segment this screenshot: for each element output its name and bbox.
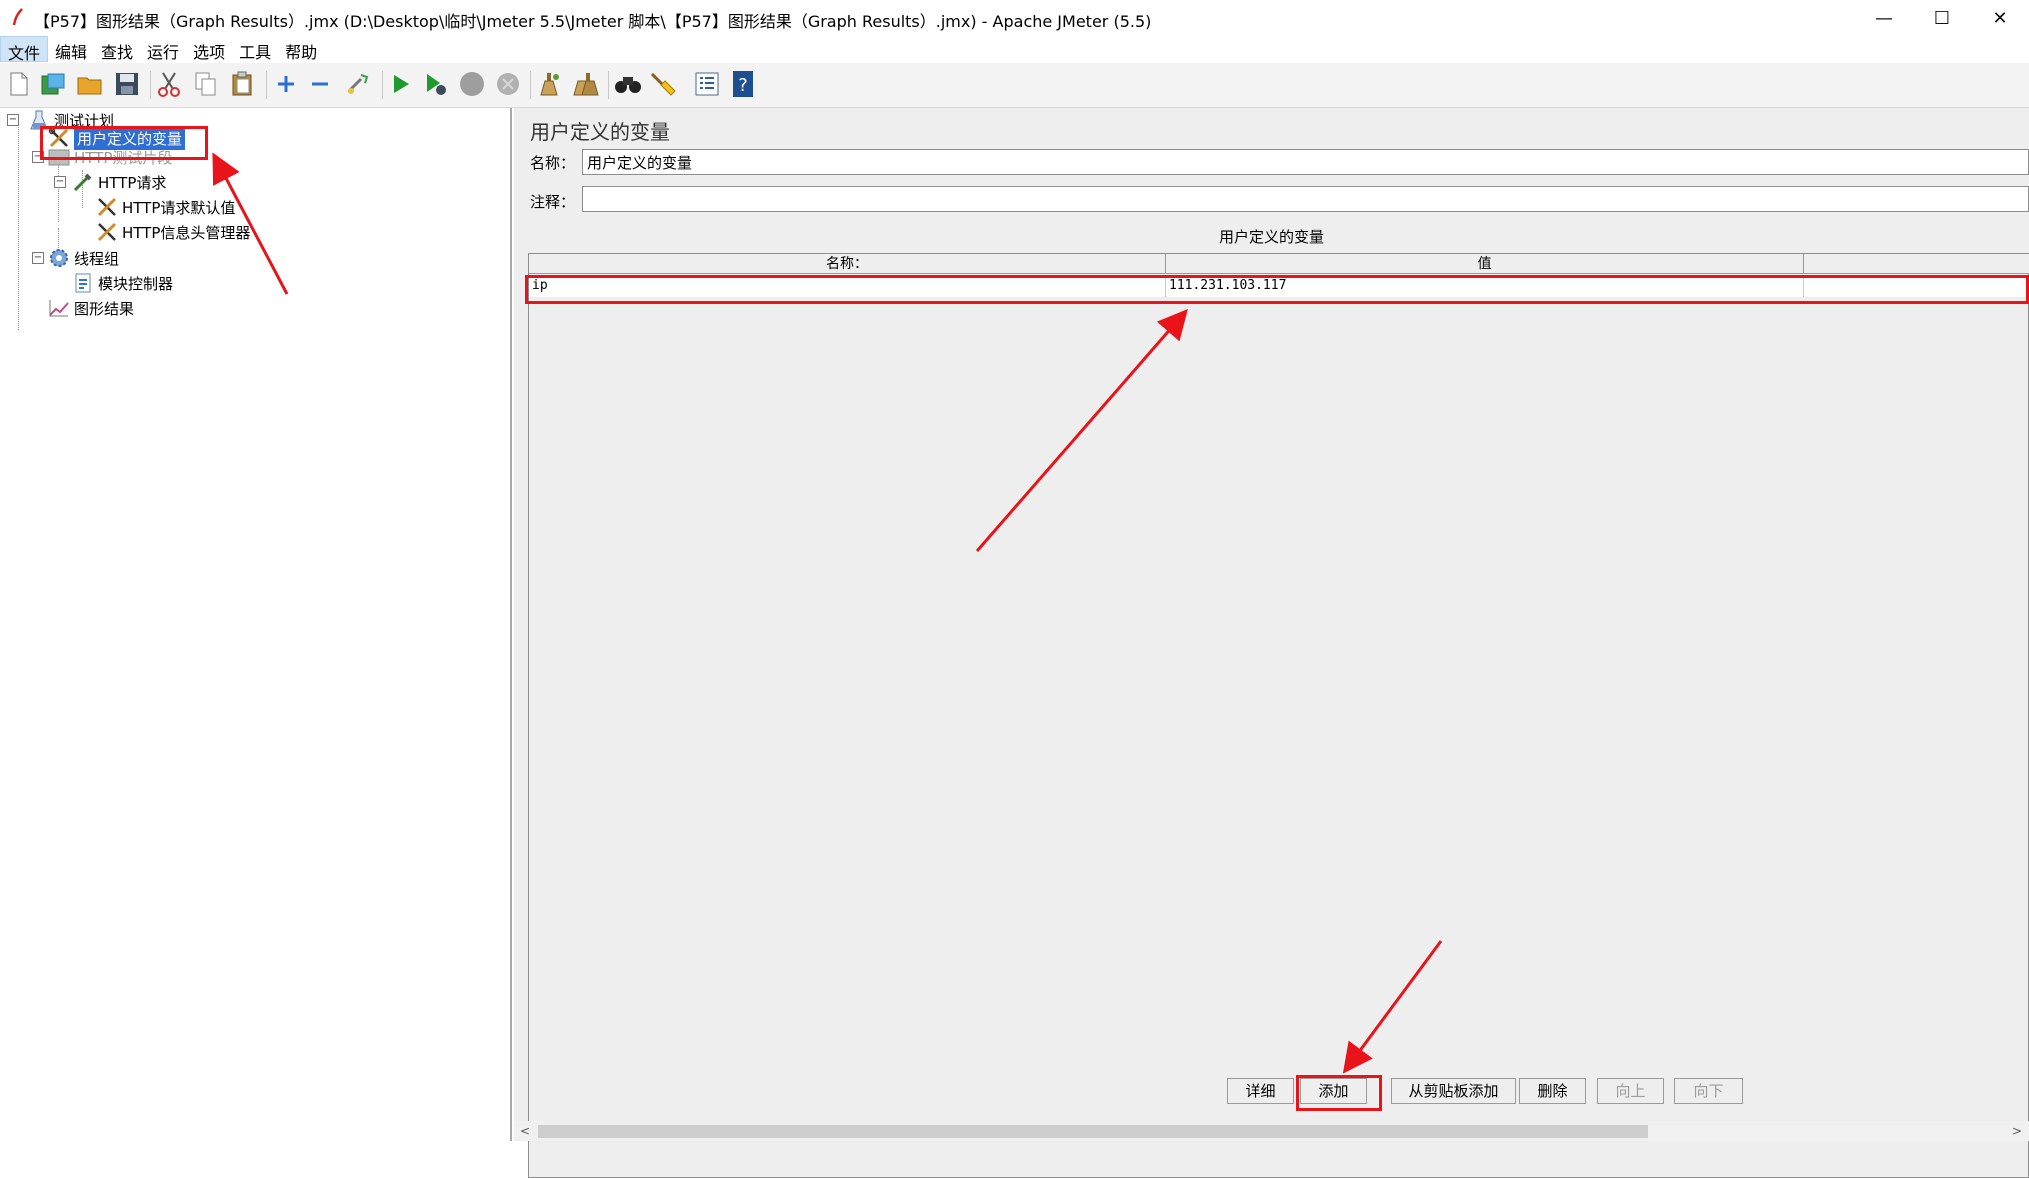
column-header-name[interactable]: 名称：	[529, 254, 1166, 274]
tree-label: HTTP请求	[98, 173, 167, 192]
variables-table: 名称： 值 ip 111.231.103.117	[528, 253, 2029, 1178]
name-label: 名称：	[530, 154, 576, 172]
collapse-icon[interactable]	[306, 70, 334, 98]
column-header-description[interactable]	[1804, 254, 2029, 274]
search-icon[interactable]	[614, 70, 642, 98]
wrench-screwdriver-icon	[96, 196, 118, 218]
start-no-pause-icon[interactable]	[422, 70, 450, 98]
column-header-value[interactable]: 值	[1166, 254, 1804, 274]
annotation-box-table-row	[525, 275, 2029, 304]
toolbar-separator	[382, 71, 383, 99]
tree-node-http-header-manager[interactable]: HTTP信息头管理器	[96, 220, 250, 244]
cut-icon[interactable]	[155, 70, 183, 98]
scroll-thumb[interactable]	[538, 1125, 1648, 1138]
udv-panel: 用户定义的变量 名称： 注释： 用户定义的变量 名称： 值 ip 111.231…	[514, 108, 2029, 1178]
tree-label: 模块控制器	[98, 274, 174, 293]
clear-all-icon[interactable]	[571, 70, 599, 98]
menu-run[interactable]: 运行	[140, 36, 186, 62]
tree-label: 线程组	[74, 249, 120, 268]
test-plan-tree: − 测试计划 用户定义的变量 − HTTP测试片段 − HTTP请求 HTTP请…	[0, 108, 512, 1141]
add-from-clipboard-button[interactable]: 从剪贴板添加	[1391, 1078, 1516, 1104]
shutdown-icon[interactable]	[494, 70, 522, 98]
menu-edit[interactable]: 编辑	[48, 36, 94, 62]
panel-title: 用户定义的变量	[530, 120, 670, 144]
table-buttons: 详细 添加 从剪贴板添加 删除 向上 向下	[0, 1078, 2029, 1106]
expand-icon[interactable]	[272, 70, 300, 98]
wrench-screwdriver-icon	[96, 221, 118, 243]
menu-tools[interactable]: 工具	[232, 36, 278, 62]
menu-bar: 文件 编辑 查找 运行 选项 工具 帮助	[0, 36, 2029, 63]
templates-icon[interactable]	[39, 70, 67, 98]
name-input[interactable]	[582, 149, 2029, 175]
maximize-button[interactable]: ☐	[1913, 0, 1971, 36]
open-icon[interactable]	[76, 70, 104, 98]
tree-label: 图形结果	[74, 299, 135, 318]
toolbar-separator	[530, 71, 531, 99]
pipette-icon	[72, 171, 94, 193]
comment-label: 注释：	[530, 193, 576, 211]
svg-text:?: ?	[738, 75, 748, 96]
clear-icon[interactable]	[535, 70, 563, 98]
stop-icon[interactable]	[458, 70, 486, 98]
toolbar-separator	[608, 71, 609, 99]
toolbar-separator	[266, 71, 267, 99]
new-icon[interactable]	[5, 70, 33, 98]
collapse-toggle[interactable]: −	[32, 252, 44, 264]
table-caption: 用户定义的变量	[1218, 228, 1324, 246]
help-icon[interactable]: ?	[729, 70, 757, 98]
paste-icon[interactable]	[229, 70, 257, 98]
start-icon[interactable]	[387, 70, 415, 98]
menu-help[interactable]: 帮助	[278, 36, 324, 62]
tree-node-thread-group[interactable]: 线程组	[48, 246, 119, 270]
menu-search[interactable]: 查找	[94, 36, 140, 62]
scroll-left-icon[interactable]: <	[516, 1122, 534, 1140]
graph-icon	[48, 297, 70, 319]
tree-label: HTTP请求默认值	[122, 198, 236, 217]
tree-label: HTTP信息头管理器	[122, 223, 251, 242]
move-up-button[interactable]: 向上	[1597, 1078, 1664, 1104]
comment-input[interactable]	[582, 186, 2029, 212]
reset-search-icon[interactable]	[649, 70, 677, 98]
annotation-box-add-button	[1296, 1075, 1382, 1111]
jmeter-feather-icon	[12, 8, 23, 26]
gear-icon	[48, 247, 70, 269]
annotation-box-tree-node	[40, 126, 208, 160]
collapse-toggle[interactable]: −	[7, 114, 19, 126]
save-icon[interactable]	[113, 70, 141, 98]
tree-node-http-defaults[interactable]: HTTP请求默认值	[96, 195, 235, 219]
tree-node-graph-results[interactable]: 图形结果	[48, 296, 134, 320]
collapse-toggle[interactable]: −	[54, 176, 66, 188]
close-button[interactable]: ✕	[1971, 0, 2029, 36]
scroll-right-icon[interactable]: >	[2008, 1122, 2026, 1140]
menu-options[interactable]: 选项	[186, 36, 232, 62]
title-bar: 【P57】图形结果（Graph Results）.jmx (D:\Desktop…	[0, 0, 2029, 36]
window-title: 【P57】图形结果（Graph Results）.jmx (D:\Desktop…	[34, 12, 1152, 31]
move-down-button[interactable]: 向下	[1674, 1078, 1743, 1104]
toggle-icon[interactable]	[344, 70, 372, 98]
menu-file[interactable]: 文件	[0, 36, 49, 63]
minimize-button[interactable]: —	[1855, 0, 1913, 36]
horizontal-scrollbar[interactable]: < >	[514, 1121, 2029, 1141]
toolbar: ?	[0, 63, 2029, 108]
module-controller-icon	[72, 272, 94, 294]
copy-icon[interactable]	[192, 70, 220, 98]
delete-button[interactable]: 删除	[1519, 1078, 1586, 1104]
tree-node-http-request[interactable]: HTTP请求	[72, 170, 166, 194]
tree-node-module-controller[interactable]: 模块控制器	[72, 271, 173, 295]
function-helper-icon[interactable]	[693, 70, 721, 98]
toolbar-separator	[150, 71, 151, 99]
detail-button[interactable]: 详细	[1227, 1078, 1294, 1104]
